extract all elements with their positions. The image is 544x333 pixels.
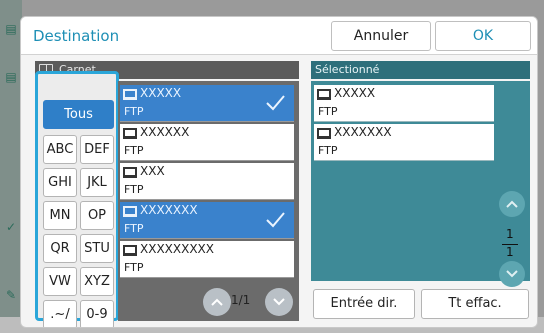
- item-type: FTP: [124, 105, 144, 118]
- ok-button[interactable]: OK: [435, 21, 531, 51]
- item-type: FTP: [124, 183, 144, 196]
- chevron-down-icon: [273, 298, 285, 306]
- direct-entry-button[interactable]: Entrée dir.: [313, 289, 415, 319]
- filter-digits-button[interactable]: 0-9: [80, 300, 114, 327]
- filter-ghi-button[interactable]: GHI: [43, 168, 77, 197]
- selected-list: XXXXX FTP XXXXXXX FTP 1 1: [311, 81, 530, 287]
- filter-symbols-button[interactable]: .~/: [43, 300, 77, 327]
- filter-vw-button[interactable]: VW: [43, 267, 77, 296]
- selected-page-total: 1: [506, 245, 514, 259]
- computer-icon: [123, 167, 137, 178]
- dialog-header: Destination Annuler OK: [21, 17, 537, 55]
- item-name: XXXXX: [334, 86, 376, 100]
- selected-down-button[interactable]: [499, 261, 525, 287]
- item-name: XXXXXXX: [334, 125, 392, 139]
- computer-icon: [123, 89, 137, 100]
- destination-dialog: Destination Annuler OK Carnet Tous ABC D…: [20, 16, 538, 328]
- selected-header: Sélectionné: [311, 61, 530, 79]
- cancel-button[interactable]: Annuler: [331, 21, 431, 51]
- selected-item[interactable]: XXXXXXX FTP: [314, 124, 494, 161]
- item-type: FTP: [318, 105, 338, 118]
- item-name: XXXXXXX: [140, 203, 198, 217]
- filter-def-button[interactable]: DEF: [80, 135, 114, 164]
- clear-all-button[interactable]: Tt effac.: [421, 289, 529, 319]
- filter-all-button[interactable]: Tous: [43, 100, 114, 129]
- item-type: FTP: [124, 261, 144, 274]
- item-name: XXXXXXXXX: [140, 242, 214, 256]
- index-filter-panel: Tous ABC DEF GHI JKL MN OP QR STU VW XYZ…: [35, 71, 119, 327]
- filter-stu-button[interactable]: STU: [80, 234, 114, 263]
- item-type: FTP: [124, 144, 144, 157]
- computer-icon: [123, 206, 137, 217]
- computer-icon: [123, 128, 137, 139]
- check-circle-icon: ✓: [5, 220, 17, 234]
- list-item[interactable]: XXXXXXXXX FTP: [120, 241, 294, 278]
- filter-abc-button[interactable]: ABC: [43, 135, 77, 164]
- chevron-down-icon: [506, 270, 518, 278]
- item-type: FTP: [124, 222, 144, 235]
- chevron-up-icon: [211, 298, 223, 306]
- computer-icon: [123, 245, 137, 256]
- list-pager: 1/1: [119, 285, 299, 319]
- background-app-sidebar: ▤ ▤ ✓ ✎: [0, 0, 22, 333]
- filter-mn-button[interactable]: MN: [43, 201, 77, 230]
- list-item[interactable]: XXXXXXX FTP: [120, 202, 294, 239]
- selected-item[interactable]: XXXXX FTP: [314, 85, 494, 122]
- list-item[interactable]: XXX FTP: [120, 163, 294, 200]
- page-down-button[interactable]: [265, 288, 293, 316]
- item-name: XXXXXX: [140, 125, 190, 139]
- list-item[interactable]: XXXXX FTP: [120, 85, 294, 122]
- filter-qr-button[interactable]: QR: [43, 234, 77, 263]
- item-name: XXXXX: [140, 86, 182, 100]
- selected-page-current: 1: [506, 227, 514, 241]
- selected-up-button[interactable]: [499, 191, 525, 217]
- dialog-title: Destination: [33, 27, 120, 45]
- chevron-up-icon: [506, 200, 518, 208]
- document-icon: ▤: [5, 70, 17, 84]
- item-name: XXX: [140, 164, 165, 178]
- page-up-button[interactable]: [203, 288, 231, 316]
- item-type: FTP: [318, 144, 338, 157]
- filter-jkl-button[interactable]: JKL: [80, 168, 114, 197]
- filter-op-button[interactable]: OP: [80, 201, 114, 230]
- check-icon: [266, 212, 285, 228]
- computer-icon: [317, 89, 331, 100]
- filter-xyz-button[interactable]: XYZ: [80, 267, 114, 296]
- computer-icon: [317, 128, 331, 139]
- page-indicator: 1/1: [231, 293, 251, 307]
- check-icon: [266, 95, 285, 111]
- app-icon: ▤: [5, 22, 17, 36]
- list-item[interactable]: XXXXXX FTP: [120, 124, 294, 161]
- tool-icon: ✎: [5, 288, 17, 302]
